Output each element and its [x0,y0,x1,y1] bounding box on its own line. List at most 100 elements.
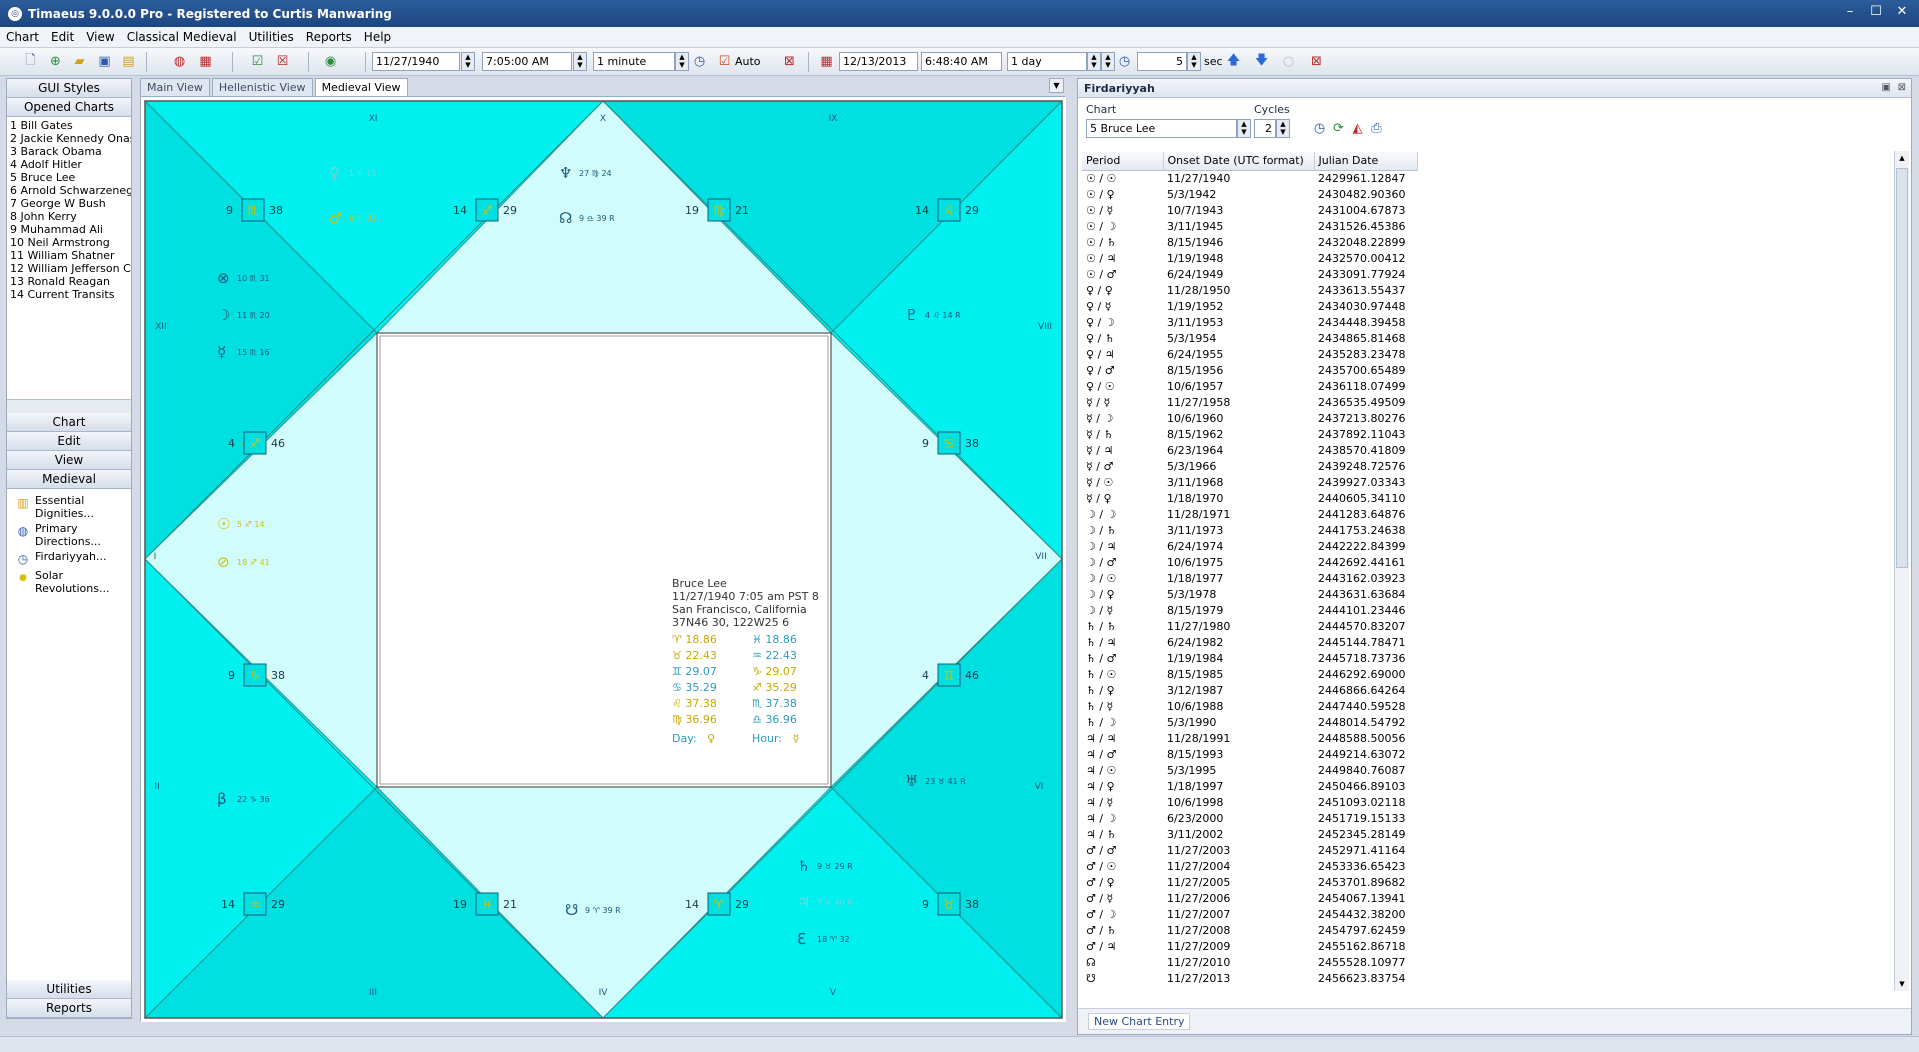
tab-main-view[interactable]: Main View [140,78,210,96]
table-row[interactable]: ☿ / ♄ 8/15/1962 2437892.11043 [1082,427,1417,443]
seconds-spinner[interactable]: ▲ ▼ [1187,52,1201,71]
menu-utilities[interactable]: Utilities [243,30,300,44]
record-icon[interactable]: ○ [1279,52,1298,71]
birth-date-spinner[interactable]: ▲ ▼ [461,52,475,71]
table-row[interactable]: ☽ / ♃ 6/24/1974 2442222.84399 [1082,539,1417,555]
transit-time-field[interactable]: 6:48:40 AM [921,52,1002,71]
transit-step-select[interactable]: 1 day [1007,52,1087,71]
refresh-icon[interactable]: ⟳ [1329,119,1348,138]
firdariyyah-action[interactable]: ◷ Firdariyyah... [15,550,131,567]
table-row[interactable]: ♄ / ☽ 5/3/1990 2448014.54792 [1082,715,1417,731]
print-icon[interactable]: ⎙ [1367,119,1386,138]
minimize-button[interactable]: – [1839,3,1861,21]
nav-medieval[interactable]: Medieval [7,470,131,489]
chart-item[interactable]: 1 Bill Gates [7,119,131,132]
vertical-scrollbar[interactable]: ▲ ▼ [1894,151,1909,991]
time-step-spinner[interactable]: ▲ ▼ [675,52,689,71]
tab-dropdown-button[interactable]: ▼ [1049,78,1064,93]
table-row[interactable]: ☿ / ☉ 3/11/1968 2439927.03343 [1082,475,1417,491]
table-row[interactable]: ☿ / ☽ 10/6/1960 2437213.80276 [1082,411,1417,427]
opened-charts-header[interactable]: Opened Charts [7,98,131,117]
birth-time-field[interactable]: 7:05:00 AM [482,52,572,71]
transit-step-spinner[interactable]: ▲ ▼ [1087,52,1101,71]
table-row[interactable]: ☊ 11/27/2010 2455528.10977 [1082,955,1417,971]
table-row[interactable]: ☉ / ♄ 8/15/1946 2432048.22899 [1082,235,1417,251]
chart-item[interactable]: 4 Adolf Hitler [7,158,131,171]
table-row[interactable]: ♀ / ♃ 6/24/1955 2435283.23478 [1082,347,1417,363]
chart-item[interactable]: 5 Bruce Lee [7,171,131,184]
new-file-icon[interactable]: 🗋 [21,52,40,71]
birth-time-spinner[interactable]: ▲ ▼ [573,52,587,71]
chart-item[interactable]: 12 William Jefferson Clinton [7,262,131,275]
panel-close-icon[interactable]: ⊠ [1898,82,1906,93]
chart-item[interactable]: 9 Muhammad Ali [7,223,131,236]
scroll-thumb[interactable] [1896,168,1908,568]
table-row[interactable]: ♂ / ☽ 11/27/2007 2454432.38200 [1082,907,1417,923]
nav-view[interactable]: View [7,451,131,470]
table-row[interactable]: ♀ / ♂ 8/15/1956 2435700.65489 [1082,363,1417,379]
essential-dignities-action[interactable]: ▥ Essential Dignities... [15,494,131,520]
tab-hellenistic-view[interactable]: Hellenistic View [211,78,313,96]
chart-item[interactable]: 6 Arnold Schwarzenegger [7,184,131,197]
table-row[interactable]: ☽ / ♂ 10/6/1975 2442692.44161 [1082,555,1417,571]
chart-select[interactable]: 5 Bruce Lee [1086,119,1237,138]
solar-revolutions-action[interactable]: ✹ Solar Revolutions... [15,569,131,595]
table-row[interactable]: ♃ / ♂ 8/15/1993 2449214.63072 [1082,747,1417,763]
arrow-down-icon[interactable]: 🡇 [1252,52,1271,71]
pdf-icon[interactable]: ◭ [1348,119,1367,138]
scroll-up-icon[interactable]: ▲ [1895,151,1909,165]
table-row[interactable]: ☽ / ☽ 11/28/1971 2441283.64876 [1082,507,1417,523]
gui-styles-header[interactable]: GUI Styles [7,79,131,98]
globe-icon[interactable]: ◉ [321,52,340,71]
column-header-onset[interactable]: Onset Date (UTC format) [1163,152,1315,171]
animate-clock-icon[interactable]: ◷ [1115,52,1134,71]
table-row[interactable]: ♂ / ♀ 11/27/2005 2453701.89682 [1082,875,1417,891]
transit-date-field[interactable]: 12/13/2013 [839,52,918,71]
birth-date-field[interactable]: 11/27/1940 [372,52,460,71]
table-row[interactable]: ♄ / ♂ 1/19/1984 2445718.73736 [1082,651,1417,667]
table-row[interactable]: ♃ / ♄ 3/11/2002 2452345.28149 [1082,827,1417,843]
table-row[interactable]: ☽ / ☉ 1/18/1977 2443162.03923 [1082,571,1417,587]
table-row[interactable]: ☉ / ☿ 10/7/1943 2431004.67873 [1082,203,1417,219]
column-header-period[interactable]: Period [1082,152,1164,171]
new-chart-entry-button[interactable]: New Chart Entry [1088,1013,1191,1030]
table-row[interactable]: ☿ / ♃ 6/23/1964 2438570.41809 [1082,443,1417,459]
tab-medieval-view[interactable]: Medieval View [314,78,408,96]
table-row[interactable]: ♄ / ♃ 6/24/1982 2445144.78471 [1082,635,1417,651]
stop-icon[interactable]: ⊠ [780,52,799,71]
table-row[interactable]: ♃ / ♃ 11/28/1991 2448588.50056 [1082,731,1417,747]
table-row[interactable]: ☉ / ♀ 5/3/1942 2430482.90360 [1082,187,1417,203]
table-row[interactable]: ♃ / ☉ 5/3/1995 2449840.76087 [1082,763,1417,779]
nav-reports[interactable]: Reports [7,999,131,1018]
table-row[interactable]: ☉ / ♃ 1/19/1948 2432570.00412 [1082,251,1417,267]
cycles-field[interactable]: 2 [1254,119,1276,138]
table-row[interactable]: ♂ / ♄ 11/27/2008 2454797.62459 [1082,923,1417,939]
chart-item[interactable]: 2 Jackie Kennedy Onassis [7,132,131,145]
table-row[interactable]: ♀ / ♀ 11/28/1950 2433613.55437 [1082,283,1417,299]
table-row[interactable]: ☉ / ☽ 3/11/1945 2431526.45386 [1082,219,1417,235]
menu-chart[interactable]: Chart [0,30,45,44]
table-row[interactable]: ♄ / ☉ 8/15/1985 2446292.69000 [1082,667,1417,683]
menu-classical-medieval[interactable]: Classical Medieval [121,30,243,44]
chart-grid-icon[interactable]: ▦ [196,52,215,71]
nav-utilities[interactable]: Utilities [7,980,131,999]
delete-icon[interactable]: ☒ [273,52,292,71]
table-row[interactable]: ☿ / ♂ 5/3/1966 2439248.72576 [1082,459,1417,475]
table-row[interactable]: ☿ / ♀ 1/18/1970 2440605.34110 [1082,491,1417,507]
menu-view[interactable]: View [80,30,120,44]
nav-edit[interactable]: Edit [7,432,131,451]
save-icon[interactable]: ▣ [95,52,114,71]
table-row[interactable]: ♀ / ☉ 10/6/1957 2436118.07499 [1082,379,1417,395]
table-row[interactable]: ♂ / ♂ 11/27/2003 2452971.41164 [1082,843,1417,859]
table-row[interactable]: ☉ / ☉ 11/27/1940 2429961.12847 [1082,170,1417,187]
table-row[interactable]: ☋ 11/27/2013 2456623.83754 [1082,971,1417,987]
chart-item[interactable]: 7 George W Bush [7,197,131,210]
menu-edit[interactable]: Edit [45,30,80,44]
chart-select-spinner[interactable]: ▲ ▼ [1237,119,1251,138]
arrow-up-icon[interactable]: 🡅 [1224,52,1243,71]
chart-wheel-icon[interactable]: ◍ [170,52,189,71]
table-row[interactable]: ♄ / ☿ 10/6/1988 2447440.59528 [1082,699,1417,715]
transit-spinner-2[interactable]: ▲ ▼ [1101,52,1115,71]
maximize-button[interactable]: ☐ [1865,3,1887,21]
cycles-spinner[interactable]: ▲ ▼ [1276,119,1290,138]
